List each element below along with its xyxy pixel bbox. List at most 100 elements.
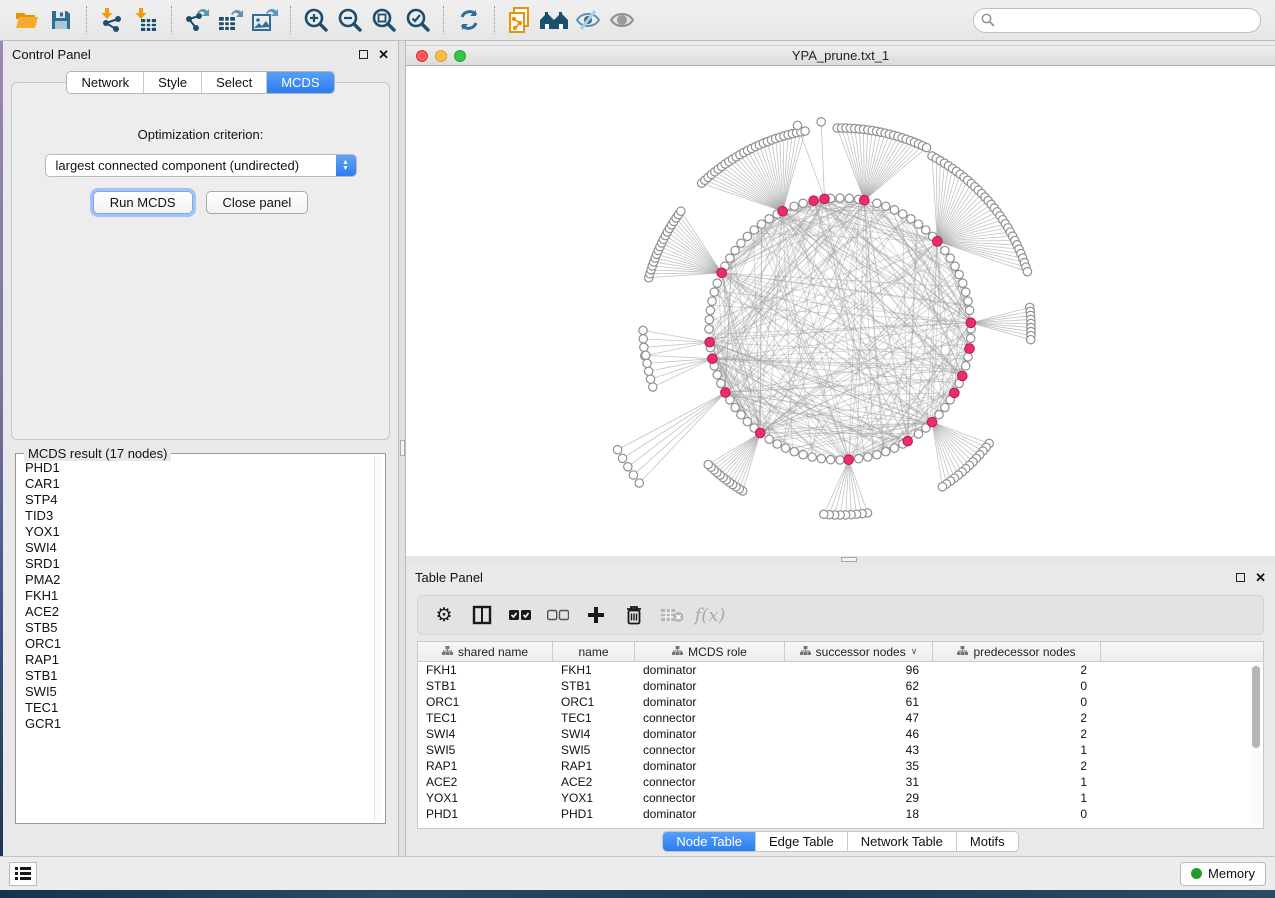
result-node[interactable]: STB1 xyxy=(18,668,373,684)
network-node[interactable] xyxy=(882,448,890,456)
open-folder-icon[interactable] xyxy=(10,4,44,36)
network-node[interactable] xyxy=(854,454,862,462)
network-node[interactable] xyxy=(914,430,922,438)
column-header-shared-name[interactable]: shared name xyxy=(418,642,553,661)
hide-unselected-icon[interactable] xyxy=(571,4,605,36)
close-panel-icon[interactable]: ✕ xyxy=(378,48,389,61)
run-mcds-button[interactable]: Run MCDS xyxy=(93,191,193,214)
network-node[interactable] xyxy=(899,210,907,218)
network-node[interactable] xyxy=(773,440,781,448)
mcds-hub-node[interactable] xyxy=(844,455,854,465)
network-node[interactable] xyxy=(964,353,972,361)
tab-select[interactable]: Select xyxy=(202,72,267,93)
network-node[interactable] xyxy=(836,456,844,464)
result-node[interactable]: ACE2 xyxy=(18,604,373,620)
clear-table-icon[interactable] xyxy=(656,600,688,630)
memory-button[interactable]: Memory xyxy=(1180,862,1266,886)
network-leaf-node[interactable] xyxy=(704,460,712,468)
network-node[interactable] xyxy=(964,297,972,305)
network-node[interactable] xyxy=(765,435,773,443)
close-panel-button[interactable]: Close panel xyxy=(206,191,309,214)
network-node[interactable] xyxy=(743,417,751,425)
table-row[interactable]: RAP1RAP1dominator352 xyxy=(418,758,1263,774)
network-node[interactable] xyxy=(705,315,713,323)
table-row[interactable]: STB1STB1dominator620 xyxy=(418,678,1263,694)
result-scrollbar[interactable] xyxy=(374,456,383,821)
horizontal-splitter[interactable] xyxy=(406,556,1275,564)
mcds-hub-node[interactable] xyxy=(717,268,727,278)
result-node[interactable]: RAP1 xyxy=(18,652,373,668)
tab-node-table[interactable]: Node Table xyxy=(663,832,756,851)
result-node[interactable]: CAR1 xyxy=(18,476,373,492)
network-leaf-node[interactable] xyxy=(820,510,828,518)
network-leaf-node[interactable] xyxy=(629,471,637,479)
mcds-hub-node[interactable] xyxy=(820,194,830,204)
network-node[interactable] xyxy=(873,450,881,458)
network-leaf-node[interactable] xyxy=(793,121,801,129)
network-node[interactable] xyxy=(961,362,969,370)
table-row[interactable]: YOX1YOX1connector291 xyxy=(418,790,1263,806)
network-node[interactable] xyxy=(799,450,807,458)
table-row[interactable]: PHD1PHD1dominator180 xyxy=(418,806,1263,822)
network-node[interactable] xyxy=(864,453,872,461)
network-leaf-node[interactable] xyxy=(639,335,647,343)
network-leaf-node[interactable] xyxy=(1027,335,1035,343)
table-scrollbar[interactable] xyxy=(1251,664,1261,824)
network-node[interactable] xyxy=(882,202,890,210)
mcds-hub-node[interactable] xyxy=(950,388,960,398)
network-node[interactable] xyxy=(965,306,973,314)
tab-mcds[interactable]: MCDS xyxy=(267,72,333,93)
column-header-predecessor-nodes[interactable]: predecessor nodes xyxy=(933,642,1101,661)
mcds-hub-node[interactable] xyxy=(809,196,819,206)
network-leaf-node[interactable] xyxy=(624,463,632,471)
mcds-hub-node[interactable] xyxy=(933,237,943,247)
network-node[interactable] xyxy=(966,334,974,342)
result-node[interactable]: ORC1 xyxy=(18,636,373,652)
network-leaf-node[interactable] xyxy=(613,446,621,454)
scrollbar-thumb[interactable] xyxy=(1252,666,1260,748)
deselect-all-icon[interactable] xyxy=(542,600,574,630)
delete-column-icon[interactable] xyxy=(618,600,650,630)
export-image-icon[interactable] xyxy=(248,4,282,36)
zoom-in-icon[interactable] xyxy=(299,4,333,36)
result-node[interactable]: SWI5 xyxy=(18,684,373,700)
split-panel-icon[interactable] xyxy=(466,600,498,630)
mcds-hub-node[interactable] xyxy=(755,428,765,438)
result-node[interactable]: SRD1 xyxy=(18,556,373,572)
network-leaf-node[interactable] xyxy=(677,207,685,215)
mcds-hub-node[interactable] xyxy=(927,417,937,427)
table-row[interactable]: ORC1ORC1dominator610 xyxy=(418,694,1263,710)
network-node[interactable] xyxy=(750,226,758,234)
home-networks-icon[interactable] xyxy=(537,4,571,36)
tab-network-table[interactable]: Network Table xyxy=(848,832,957,851)
import-table-icon[interactable] xyxy=(129,4,163,36)
network-node[interactable] xyxy=(941,246,949,254)
column-header-successor-nodes[interactable]: successor nodes∨ xyxy=(785,642,933,661)
column-header-MCDS-role[interactable]: MCDS role xyxy=(635,642,785,661)
network-node[interactable] xyxy=(765,215,773,223)
network-node[interactable] xyxy=(790,202,798,210)
network-leaf-node[interactable] xyxy=(639,326,647,334)
table-row[interactable]: ACE2ACE2connector311 xyxy=(418,774,1263,790)
network-node[interactable] xyxy=(731,246,739,254)
network-node[interactable] xyxy=(941,403,949,411)
result-node[interactable]: SWI4 xyxy=(18,540,373,556)
splitter-handle[interactable] xyxy=(400,440,405,456)
mcds-hub-node[interactable] xyxy=(708,354,718,364)
function-builder-icon[interactable]: f(x) xyxy=(694,600,726,630)
network-leaf-node[interactable] xyxy=(643,359,651,367)
search-field[interactable] xyxy=(973,8,1261,33)
network-node[interactable] xyxy=(951,262,959,270)
network-leaf-node[interactable] xyxy=(642,351,650,359)
network-node[interactable] xyxy=(955,270,963,278)
show-panels-icon[interactable] xyxy=(9,862,37,886)
save-icon[interactable] xyxy=(44,4,78,36)
result-node[interactable]: PHD1 xyxy=(18,460,373,476)
network-node[interactable] xyxy=(959,279,967,287)
network-node[interactable] xyxy=(799,199,807,207)
mcds-hub-node[interactable] xyxy=(903,436,913,446)
table-row[interactable]: SWI5SWI5connector431 xyxy=(418,742,1263,758)
network-node[interactable] xyxy=(726,254,734,262)
network-node[interactable] xyxy=(922,226,930,234)
tab-style[interactable]: Style xyxy=(144,72,202,93)
